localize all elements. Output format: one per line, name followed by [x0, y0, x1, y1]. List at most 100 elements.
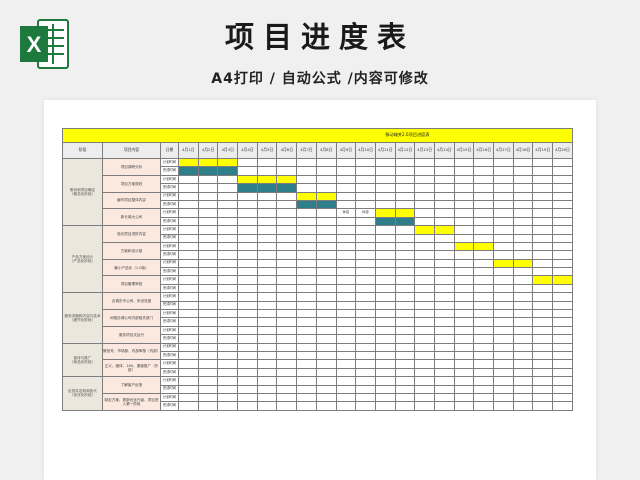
day-cell — [473, 376, 494, 386]
day-cell — [237, 267, 258, 277]
day-cell — [512, 216, 534, 227]
day-cell — [473, 367, 494, 378]
plan-bar-cell — [512, 258, 534, 269]
day-cell — [355, 174, 376, 185]
day-cell — [237, 309, 258, 319]
day-cell — [237, 225, 258, 235]
day-cell — [453, 300, 475, 311]
day-cell — [315, 241, 337, 252]
day-cell — [552, 334, 573, 344]
day-cell — [178, 317, 199, 327]
day-cell — [512, 342, 534, 353]
day-cell — [453, 292, 475, 302]
day-cell — [276, 401, 298, 411]
day-cell — [197, 191, 219, 201]
day-cell — [552, 241, 573, 252]
date-header: 4月1日 — [178, 142, 199, 159]
day-cell — [217, 183, 239, 193]
day-cell — [394, 283, 416, 294]
day-cell — [394, 350, 416, 361]
date-header: 4月13日 — [414, 142, 435, 159]
day-cell — [197, 258, 219, 269]
task-name: 制定方案、更新优化升级、项目进入第一阶段 — [102, 392, 161, 411]
plan-bar-cell — [315, 191, 337, 201]
sheet-banner-title: 移动端关2.0项目进度表 — [385, 132, 430, 138]
day-cell — [355, 342, 376, 353]
day-cell — [355, 233, 376, 243]
day-cell — [473, 292, 494, 302]
day-cell — [453, 317, 475, 327]
day-cell — [335, 174, 357, 185]
day-cell — [178, 174, 199, 185]
day-cell — [394, 317, 416, 327]
day-cell — [552, 350, 573, 361]
day-cell — [394, 157, 416, 168]
day-cell — [296, 350, 317, 361]
day-cell — [335, 359, 357, 369]
day-cell — [532, 208, 554, 218]
day-cell — [217, 275, 239, 285]
plan-row: 服务项目试运行 计划时间 — [63, 325, 573, 344]
day-cell — [296, 292, 317, 302]
day-cell — [178, 309, 199, 319]
day-cell — [178, 325, 199, 336]
day-cell — [394, 376, 416, 386]
day-cell — [296, 300, 317, 311]
day-cell — [355, 292, 376, 302]
day-cell — [276, 267, 298, 277]
day-cell — [296, 183, 317, 193]
day-cell — [296, 401, 317, 411]
day-cell — [355, 283, 376, 294]
day-cell — [335, 392, 357, 403]
day-cell — [374, 292, 396, 302]
plan-row: 方案和设计部 计划时间 — [63, 241, 573, 260]
day-cell — [414, 334, 435, 344]
day-cell — [512, 275, 534, 285]
day-cell — [276, 350, 298, 361]
day-cell — [532, 157, 554, 168]
day-cell — [256, 359, 278, 369]
date-header: 4月9日 — [335, 142, 357, 159]
day-cell — [453, 199, 475, 210]
day-cell — [512, 300, 534, 311]
day-cell — [394, 392, 416, 403]
plan-bar-cell — [276, 174, 298, 185]
day-cell — [315, 401, 337, 411]
day-cell — [433, 283, 455, 294]
day-cell — [256, 342, 278, 353]
day-cell — [355, 258, 376, 269]
day-cell — [512, 233, 534, 243]
day-cell — [256, 199, 278, 210]
day-cell — [433, 300, 455, 311]
stage-cell: 反馈并定制和迭代 （优化化阶段） — [62, 376, 103, 411]
day-cell — [414, 325, 435, 336]
task-name: 最小产品化（1.0版） — [102, 258, 161, 277]
stage-cell: 产品方案设计 （产品化阶段） — [62, 225, 103, 294]
day-cell — [256, 392, 278, 403]
day-cell — [374, 350, 396, 361]
day-cell — [433, 325, 455, 336]
day-cell — [237, 208, 258, 218]
day-cell — [237, 250, 258, 260]
day-cell — [532, 292, 554, 302]
day-cell — [394, 300, 416, 311]
date-header: 4月10日 — [355, 142, 376, 159]
day-cell — [493, 376, 514, 386]
day-cell — [296, 283, 317, 294]
day-cell — [414, 250, 435, 260]
day-cell — [178, 258, 199, 269]
plan-label: 计划时间 — [160, 157, 179, 168]
day-cell — [276, 250, 298, 260]
plan-row: 反馈并定制和迭代 （优化化阶段） 了解客户反馈 计划时间 — [62, 376, 573, 411]
day-cell — [256, 283, 278, 294]
day-cell — [197, 250, 219, 260]
day-cell — [414, 166, 435, 176]
day-cell — [217, 317, 239, 327]
day-cell — [237, 384, 258, 394]
day-cell — [217, 216, 239, 227]
day-cell — [315, 275, 337, 285]
day-cell — [296, 342, 317, 353]
day-cell — [217, 350, 239, 361]
day-cell — [256, 157, 278, 168]
day-cell — [237, 292, 258, 302]
